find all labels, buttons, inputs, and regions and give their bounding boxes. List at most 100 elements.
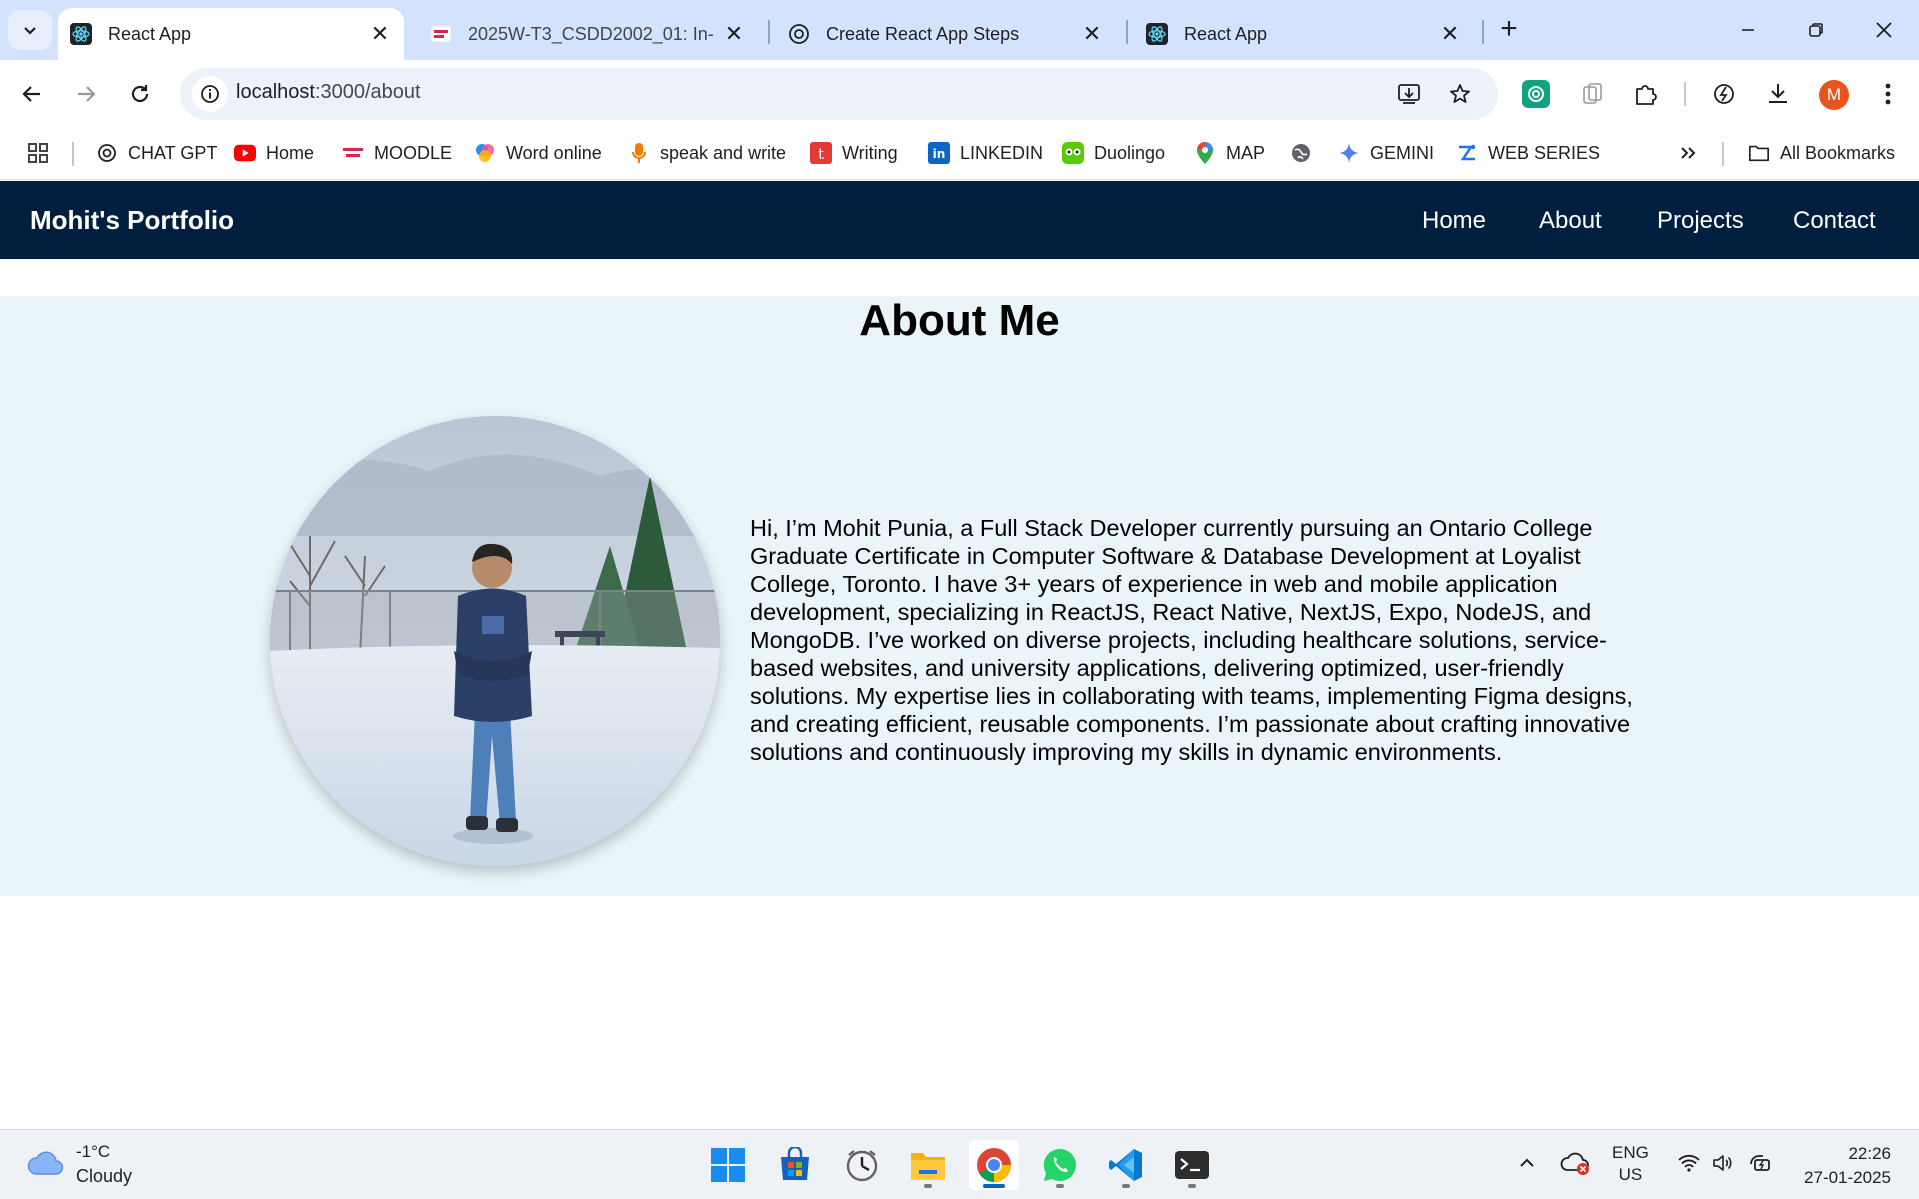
tab-title: Create React App Steps (826, 23, 1020, 44)
tab-moodle[interactable]: 2025W-T3_CSDD2002_01: In-cla ✕ (418, 8, 758, 60)
writing-icon: t (810, 142, 832, 164)
tab-strip: React App ✕ 2025W-T3_CSDD2002_01: In-cla… (0, 0, 1919, 60)
close-icon (1876, 22, 1892, 38)
weather-condition[interactable]: Cloudy (76, 1166, 132, 1187)
toolbar-divider (1684, 82, 1686, 106)
minimize-button[interactable] (1714, 0, 1782, 60)
show-hidden-icons-button[interactable] (1512, 1148, 1542, 1178)
running-indicator (924, 1184, 932, 1188)
active-indicator (983, 1184, 1005, 1188)
chrome-icon (977, 1148, 1011, 1182)
profile-avatar[interactable]: M (1819, 80, 1849, 110)
clock-date: 27-01-2025 (1804, 1168, 1891, 1187)
battery-status[interactable] (1745, 1148, 1775, 1178)
react-icon (70, 23, 92, 45)
tab-create-react-app-steps[interactable]: Create React App Steps ✕ (776, 8, 1116, 60)
site-info-button[interactable] (192, 76, 228, 112)
bookmark-gemini[interactable]: GEMINI (1338, 138, 1434, 168)
more-bookmarks-button[interactable] (1678, 138, 1698, 168)
bookmark-duolingo[interactable]: Duolingo (1062, 138, 1165, 168)
bookmarks-divider (72, 142, 74, 166)
wifi-status[interactable] (1674, 1148, 1704, 1178)
tab-react-app-active[interactable]: React App ✕ (58, 8, 404, 60)
bookmark-star-button[interactable] (1444, 78, 1476, 110)
bookmark-web-series[interactable]: WEB SERIES (1456, 138, 1600, 168)
taskbar-file-explorer[interactable] (903, 1140, 953, 1190)
taskbar-terminal[interactable] (1167, 1140, 1217, 1190)
bookmark-label: Duolingo (1094, 142, 1166, 163)
url-text[interactable]: localhost:3000/about (236, 81, 421, 104)
bookmark-word-online[interactable]: Word online (474, 138, 602, 168)
weather-temperature[interactable]: -1°C (76, 1142, 110, 1162)
back-button[interactable] (14, 76, 50, 112)
close-icon[interactable]: ✕ (368, 21, 392, 46)
bookmark-linkedin[interactable]: in LINKEDIN (928, 138, 1043, 168)
site-navbar: Mohit's Portfolio Home About Projects Co… (0, 181, 1919, 259)
nav-link-home[interactable]: Home (1422, 207, 1486, 235)
reload-button[interactable] (122, 76, 158, 112)
all-bookmarks-button[interactable]: All Bookmarks (1748, 138, 1895, 168)
performance-button[interactable] (1706, 76, 1742, 112)
taskbar-vscode[interactable] (1101, 1140, 1151, 1190)
onedrive-status-button[interactable] (1560, 1148, 1590, 1178)
forward-button[interactable] (68, 76, 104, 112)
youtube-icon (234, 142, 256, 164)
extension-clipboard-button[interactable] (1574, 76, 1610, 112)
file-explorer-icon (911, 1153, 945, 1180)
bookmark-writing[interactable]: t Writing (810, 138, 898, 168)
web-series-icon (1456, 142, 1478, 164)
maps-pin-icon (1194, 142, 1216, 164)
bookmark-globe[interactable] (1290, 138, 1322, 168)
extension-chatgpt-button[interactable] (1518, 76, 1554, 112)
taskbar-clock-app[interactable] (837, 1140, 887, 1190)
system-clock[interactable]: 22:26 27-01-2025 (1804, 1142, 1891, 1190)
site-brand[interactable]: Mohit's Portfolio (30, 205, 234, 236)
new-tab-button[interactable]: + (1492, 12, 1526, 46)
nav-link-about[interactable]: About (1539, 207, 1602, 235)
running-indicator (1122, 1184, 1130, 1188)
restore-button[interactable] (1782, 0, 1850, 60)
taskbar-store[interactable] (770, 1140, 820, 1190)
moodle-icon (342, 142, 364, 164)
url-host: localhost (236, 81, 315, 103)
close-icon[interactable]: ✕ (1080, 21, 1104, 46)
tab-search-button[interactable] (8, 10, 52, 50)
battery-charging-icon (1750, 1155, 1770, 1171)
apps-button[interactable] (26, 138, 50, 168)
downloads-button[interactable] (1760, 76, 1796, 112)
region-code: US (1618, 1165, 1643, 1184)
microsoft-store-icon (781, 1147, 809, 1180)
bookmark-moodle[interactable]: MOODLE (342, 138, 452, 168)
bookmark-chat-gpt[interactable]: CHAT GPT (96, 138, 217, 168)
tab-divider (768, 20, 770, 44)
start-button[interactable] (703, 1140, 753, 1190)
volume-status[interactable] (1708, 1148, 1738, 1178)
nav-link-projects[interactable]: Projects (1657, 207, 1744, 235)
speedometer-icon (1714, 84, 1734, 104)
more-vertical-icon (1885, 83, 1891, 105)
language-code: ENG (1612, 1143, 1649, 1162)
close-icon[interactable]: ✕ (1438, 21, 1462, 46)
bookmark-map[interactable]: MAP (1194, 138, 1265, 168)
tab-title: React App (1184, 23, 1268, 44)
install-app-button[interactable] (1394, 78, 1426, 110)
extensions-button[interactable] (1628, 76, 1664, 112)
menu-button[interactable] (1870, 76, 1906, 112)
close-window-button[interactable] (1850, 0, 1918, 60)
bookmark-speak-and-write[interactable]: speak and write (628, 138, 786, 168)
tab-divider (1126, 20, 1128, 44)
wifi-icon (1678, 1154, 1700, 1172)
input-language-indicator[interactable]: ENG US (1612, 1142, 1649, 1186)
arrow-left-icon (22, 86, 40, 102)
bookmark-home[interactable]: Home (234, 138, 314, 168)
apps-grid-icon (28, 143, 48, 163)
tab-react-app[interactable]: React App ✕ (1134, 8, 1474, 60)
nav-link-contact[interactable]: Contact (1793, 207, 1876, 235)
plus-icon: + (1500, 12, 1518, 45)
close-icon[interactable]: ✕ (722, 21, 746, 46)
address-bar[interactable]: localhost:3000/about (180, 68, 1498, 120)
install-icon (1398, 84, 1420, 104)
taskbar-whatsapp[interactable] (1035, 1140, 1085, 1190)
taskbar-chrome[interactable] (969, 1140, 1019, 1190)
moodle-icon (430, 23, 452, 45)
